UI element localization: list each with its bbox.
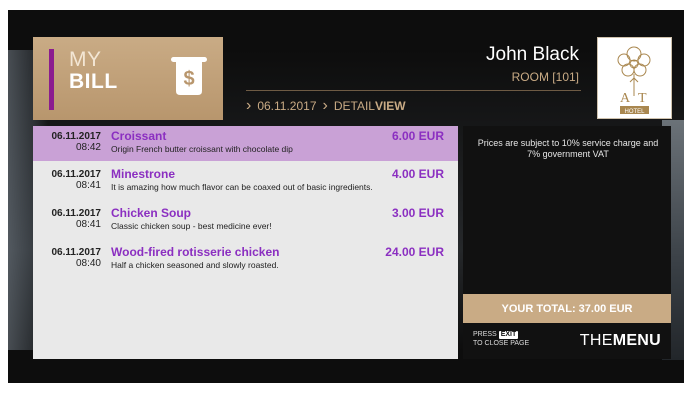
item-date: 06.11.2017 xyxy=(51,169,102,180)
item-name: Chicken Soup xyxy=(111,206,192,220)
brand-logo: THEMENU xyxy=(580,332,661,350)
summary-panel: Prices are subject to 10% service charge… xyxy=(463,126,671,359)
item-datetime: 06.11.2017 08:41 xyxy=(45,208,102,230)
item-time: 08:42 xyxy=(75,142,101,153)
tv-screen: MY BILL $ › 06.11.2017 › DETAILVIEW John… xyxy=(8,10,684,383)
item-description: Origin French butter croissant with choc… xyxy=(111,144,293,154)
item-description: Half a chicken seasoned and slowly roast… xyxy=(111,260,279,270)
tree-logo-icon: A T HOTEL xyxy=(617,46,651,115)
item-name: Minestrone xyxy=(111,167,176,181)
item-price: 3.00 EUR xyxy=(391,206,444,220)
breadcrumb-date: 06.11.2017 xyxy=(257,99,317,113)
item-datetime: 06.11.2017 08:42 xyxy=(45,131,102,153)
total-amount: YOUR TOTAL: 37.00 EUR xyxy=(463,294,671,323)
bill-items-list[interactable]: 06.11.2017 08:42 Croissant Origin French… xyxy=(33,126,458,359)
receipt-dollar-icon: $ xyxy=(171,57,207,95)
guest-room: ROOM [101] xyxy=(511,70,579,84)
breadcrumb-section-bold: VIEW xyxy=(374,99,406,113)
item-time: 08:40 xyxy=(75,258,101,269)
title-accent-bar xyxy=(49,49,54,110)
brand-bold: MENU xyxy=(612,332,661,349)
item-date: 06.11.2017 xyxy=(51,247,102,258)
breadcrumb-section-prefix: DETAIL xyxy=(333,99,375,113)
exit-action-label: TO CLOSE PAGE xyxy=(473,340,530,347)
svg-text:T: T xyxy=(638,91,647,106)
item-datetime: 06.11.2017 08:41 xyxy=(45,169,102,191)
pricing-notice: Prices are subject to 10% service charge… xyxy=(477,138,659,159)
item-datetime: 06.11.2017 08:40 xyxy=(45,247,102,269)
exit-press-label: PRESS xyxy=(473,331,497,338)
exit-key-badge[interactable]: EXIT xyxy=(498,331,519,339)
item-description: It is amazing how much flavor can be coa… xyxy=(111,182,373,192)
item-date: 06.11.2017 xyxy=(51,208,102,219)
bill-item-row[interactable]: 06.11.2017 08:40 Wood-fired rotisserie c… xyxy=(33,242,458,277)
item-description: Classic chicken soup - best medicine eve… xyxy=(111,221,272,231)
chevron-right-icon: › xyxy=(322,97,328,114)
item-price: 24.00 EUR xyxy=(385,245,444,259)
bill-item-row[interactable]: 06.11.2017 08:41 Minestrone It is amazin… xyxy=(33,164,458,199)
svg-text:A: A xyxy=(620,91,631,106)
brand-light: THE xyxy=(579,332,613,349)
exit-hint: PRESS EXIT TO CLOSE PAGE xyxy=(473,330,529,348)
item-price: 6.00 EUR xyxy=(391,129,444,143)
item-time: 08:41 xyxy=(75,180,101,191)
page-title-line1: MY xyxy=(69,48,102,71)
hotel-logo: A T HOTEL xyxy=(597,37,672,119)
svg-text:$: $ xyxy=(183,68,194,90)
bill-item-row[interactable]: 06.11.2017 08:41 Chicken Soup Classic ch… xyxy=(33,203,458,238)
breadcrumb-section: DETAILVIEW xyxy=(334,99,406,113)
svg-text:HOTEL: HOTEL xyxy=(624,109,645,115)
item-name: Wood-fired rotisserie chicken xyxy=(111,245,280,259)
item-name: Croissant xyxy=(111,129,167,143)
breadcrumb: › 06.11.2017 › DETAILVIEW xyxy=(246,97,406,115)
item-date: 06.11.2017 xyxy=(51,131,102,142)
chevron-right-icon: › xyxy=(246,97,252,114)
header-divider xyxy=(246,90,581,91)
item-time: 08:41 xyxy=(75,219,101,230)
page-title: MY BILL xyxy=(69,49,118,93)
item-price: 4.00 EUR xyxy=(391,167,444,181)
page-title-line2: BILL xyxy=(69,70,118,93)
title-box: MY BILL $ xyxy=(33,37,223,120)
bill-item-row[interactable]: 06.11.2017 08:42 Croissant Origin French… xyxy=(33,126,458,161)
guest-name: John Black xyxy=(486,44,579,65)
